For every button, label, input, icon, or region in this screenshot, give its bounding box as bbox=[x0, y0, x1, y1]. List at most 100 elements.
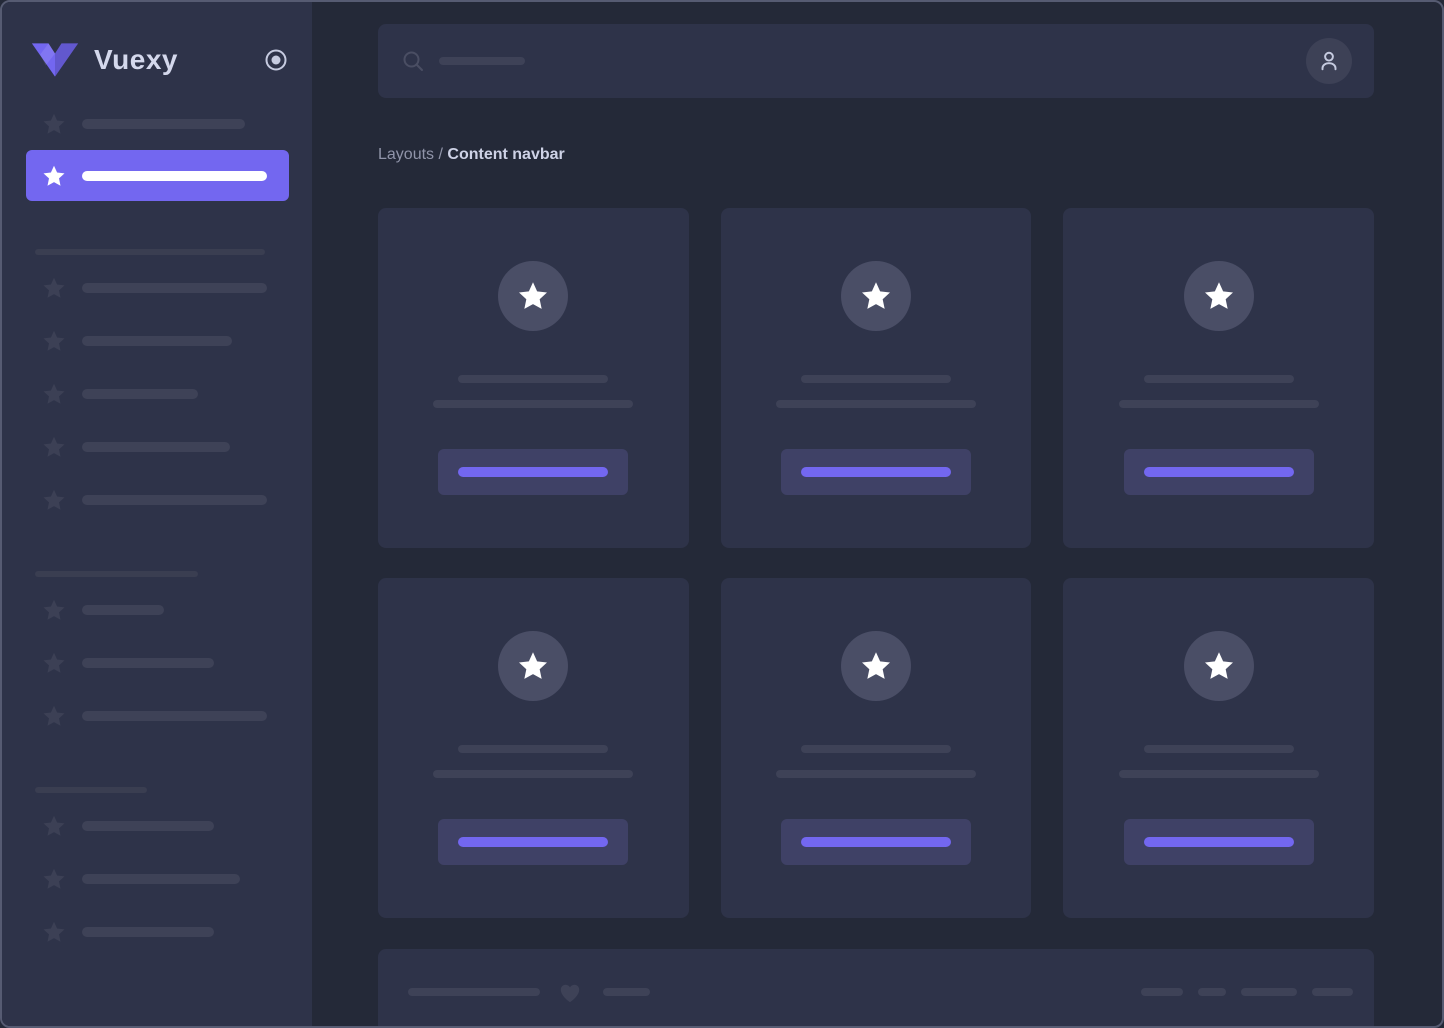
main-content: Layouts / Content navbar bbox=[312, 2, 1442, 1026]
footer bbox=[378, 949, 1374, 1028]
menu-label-skeleton bbox=[82, 442, 230, 452]
sidebar-menu-item[interactable] bbox=[42, 382, 288, 406]
vuexy-logo-icon[interactable] bbox=[30, 42, 80, 78]
star-icon bbox=[42, 814, 66, 838]
nav-section-title-skeleton bbox=[35, 787, 147, 793]
card-title-skeleton bbox=[458, 375, 608, 383]
nav-section-title-skeleton bbox=[35, 571, 198, 577]
menu-label-skeleton bbox=[82, 711, 267, 721]
star-icon bbox=[42, 598, 66, 622]
card-title-skeleton bbox=[801, 745, 951, 753]
card-title-skeleton bbox=[1144, 375, 1294, 383]
sidebar-menu-item[interactable] bbox=[42, 704, 288, 728]
card-avatar-circle bbox=[1184, 631, 1254, 701]
sidebar-menu-item[interactable] bbox=[42, 276, 288, 300]
search-bar[interactable] bbox=[378, 24, 1374, 98]
menu-pin-toggle[interactable] bbox=[264, 48, 288, 72]
sidebar-menu-item[interactable] bbox=[42, 329, 288, 353]
footer-skeleton-bar bbox=[1241, 988, 1297, 996]
button-label-skeleton bbox=[801, 837, 951, 847]
menu-label-skeleton bbox=[82, 171, 267, 181]
record-circle-icon bbox=[264, 48, 288, 72]
button-label-skeleton bbox=[801, 467, 951, 477]
star-icon bbox=[42, 651, 66, 675]
star-icon bbox=[42, 276, 66, 300]
button-label-skeleton bbox=[458, 837, 608, 847]
footer-skeleton-bar bbox=[408, 988, 540, 996]
footer-row bbox=[408, 979, 1353, 1005]
star-icon bbox=[42, 435, 66, 459]
menu-label-skeleton bbox=[82, 495, 267, 505]
sidebar-menu-item[interactable] bbox=[42, 112, 288, 136]
app-frame: Vuexy bbox=[0, 0, 1444, 1028]
menu-label-skeleton bbox=[82, 389, 198, 399]
menu-label-skeleton bbox=[82, 336, 232, 346]
card-subtitle-skeleton bbox=[433, 770, 633, 778]
star-icon bbox=[42, 704, 66, 728]
demo-card bbox=[1063, 578, 1374, 918]
sidebar-menu-item[interactable] bbox=[42, 651, 288, 675]
card-subtitle-skeleton bbox=[776, 400, 976, 408]
card-avatar-circle bbox=[1184, 261, 1254, 331]
menu-label-skeleton bbox=[82, 821, 214, 831]
breadcrumb-separator: / bbox=[439, 146, 443, 163]
star-icon bbox=[860, 650, 892, 682]
menu-label-skeleton bbox=[82, 874, 240, 884]
star-icon bbox=[42, 329, 66, 353]
sidebar-nav bbox=[2, 85, 312, 944]
card-action-button[interactable] bbox=[438, 819, 628, 865]
breadcrumb-current: Content navbar bbox=[447, 146, 564, 163]
card-action-button[interactable] bbox=[438, 449, 628, 495]
card-action-button[interactable] bbox=[781, 449, 971, 495]
breadcrumb: Layouts / Content navbar bbox=[378, 145, 1374, 165]
logo-row: Vuexy bbox=[30, 35, 288, 85]
star-icon bbox=[42, 382, 66, 406]
star-icon bbox=[42, 164, 66, 188]
star-icon bbox=[42, 112, 66, 136]
footer-skeleton-bar bbox=[1141, 988, 1183, 996]
user-avatar[interactable] bbox=[1306, 38, 1352, 84]
sidebar-menu-item[interactable] bbox=[26, 150, 289, 201]
footer-skeleton-bar bbox=[1198, 988, 1226, 996]
footer-skeleton-bar bbox=[1312, 988, 1353, 996]
card-avatar-circle bbox=[841, 631, 911, 701]
card-title-skeleton bbox=[458, 745, 608, 753]
card-avatar-circle bbox=[498, 261, 568, 331]
menu-label-skeleton bbox=[82, 658, 214, 668]
card-grid bbox=[378, 208, 1374, 918]
breadcrumb-parent-link[interactable]: Layouts bbox=[378, 146, 434, 163]
card-action-button[interactable] bbox=[1124, 449, 1314, 495]
card-title-skeleton bbox=[801, 375, 951, 383]
card-avatar-circle bbox=[498, 631, 568, 701]
heart-icon bbox=[557, 979, 583, 1005]
sidebar-menu-item[interactable] bbox=[42, 488, 288, 512]
sidebar-menu-item[interactable] bbox=[42, 867, 288, 891]
card-subtitle-skeleton bbox=[1119, 400, 1319, 408]
search-placeholder-skeleton bbox=[439, 57, 525, 65]
star-icon bbox=[1203, 280, 1235, 312]
footer-right-group bbox=[1141, 988, 1353, 996]
sidebar: Vuexy bbox=[2, 2, 312, 1026]
footer-left-group bbox=[408, 979, 650, 1005]
card-title-skeleton bbox=[1144, 745, 1294, 753]
star-icon bbox=[860, 280, 892, 312]
star-icon bbox=[42, 867, 66, 891]
star-icon bbox=[42, 488, 66, 512]
button-label-skeleton bbox=[1144, 837, 1294, 847]
app-title: Vuexy bbox=[94, 44, 178, 76]
sidebar-menu-item[interactable] bbox=[42, 598, 288, 622]
sidebar-menu-item[interactable] bbox=[42, 435, 288, 459]
user-icon bbox=[1316, 48, 1342, 74]
sidebar-menu-item[interactable] bbox=[42, 920, 288, 944]
card-action-button[interactable] bbox=[1124, 819, 1314, 865]
menu-label-skeleton bbox=[82, 119, 245, 129]
menu-label-skeleton bbox=[82, 605, 164, 615]
sidebar-menu-item[interactable] bbox=[42, 814, 288, 838]
button-label-skeleton bbox=[1144, 467, 1294, 477]
search-icon bbox=[402, 50, 424, 72]
demo-card bbox=[378, 208, 689, 548]
card-action-button[interactable] bbox=[781, 819, 971, 865]
star-icon bbox=[517, 280, 549, 312]
demo-card bbox=[721, 578, 1032, 918]
menu-label-skeleton bbox=[82, 927, 214, 937]
